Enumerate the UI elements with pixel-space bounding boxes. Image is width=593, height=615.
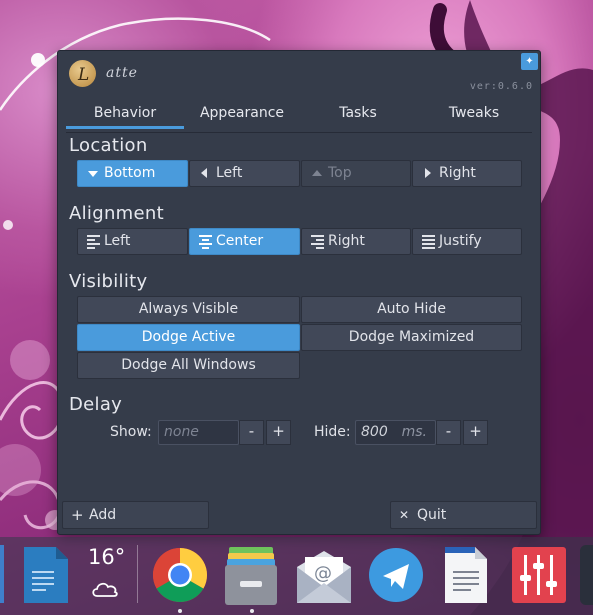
- svg-text:@: @: [314, 563, 332, 584]
- align-justify-button[interactable]: Justify: [412, 228, 522, 255]
- arrow-right-icon: [421, 161, 437, 186]
- svg-text:L: L: [77, 65, 89, 85]
- align-right-icon: [310, 229, 326, 254]
- tab-behavior-label: Behavior: [93, 105, 157, 121]
- tab-tasks[interactable]: Tasks: [300, 101, 416, 129]
- chrome-icon[interactable]: [151, 545, 209, 605]
- auto-hide-label: Auto Hide: [377, 301, 446, 317]
- hide-delay-value: 800: [361, 424, 388, 440]
- dodge-active-label: Dodge Active: [141, 329, 236, 345]
- dodge-maximized-label: Dodge Maximized: [348, 329, 475, 345]
- version-label: ver:0.6.0: [469, 81, 533, 92]
- align-center-label: Center: [216, 233, 264, 249]
- align-left-button[interactable]: Left: [77, 228, 188, 255]
- latte-logo: L: [69, 60, 96, 87]
- dodge-all-windows-label: Dodge All Windows: [121, 357, 256, 373]
- show-delay-minus-button[interactable]: -: [239, 420, 264, 445]
- location-top-button[interactable]: Top: [301, 160, 411, 187]
- arrow-up-icon: [310, 161, 326, 186]
- add-label: Add: [89, 507, 117, 523]
- app-title: atte: [106, 65, 138, 81]
- align-center-button[interactable]: Center: [189, 228, 300, 255]
- location-top-label: Top: [328, 165, 352, 181]
- mail-icon[interactable]: @: [295, 545, 353, 605]
- hide-delay-minus-button[interactable]: -: [436, 420, 461, 445]
- chrome-running-indicator: [178, 609, 182, 613]
- location-bottom-button[interactable]: Bottom: [77, 160, 188, 187]
- show-delay-input[interactable]: none: [158, 420, 239, 445]
- show-delay-plus-button[interactable]: +: [266, 420, 291, 445]
- plus-icon: +: [71, 506, 84, 524]
- dock-separator: [137, 545, 138, 603]
- visibility-dodge-maximized-button[interactable]: Dodge Maximized: [301, 324, 522, 351]
- align-justify-icon: [421, 229, 437, 254]
- tab-tasks-label: Tasks: [339, 105, 377, 121]
- files-icon[interactable]: [223, 545, 281, 605]
- location-title: Location: [69, 135, 148, 156]
- document-icon[interactable]: [441, 545, 499, 605]
- arrow-down-icon: [86, 161, 102, 186]
- always-visible-label: Always Visible: [138, 301, 239, 317]
- latte-logo-icon: L: [77, 65, 89, 85]
- visibility-always-visible-button[interactable]: Always Visible: [77, 296, 300, 323]
- quit-label: Quit: [417, 507, 447, 523]
- partial-clock-icon[interactable]: [580, 545, 593, 605]
- latte-dock: 16° @: [0, 537, 593, 615]
- arrow-left-icon: [198, 161, 214, 186]
- weather-temperature: 16°: [88, 545, 126, 569]
- hide-delay-unit: ms.: [401, 424, 427, 440]
- location-right-label: Right: [439, 165, 476, 181]
- mixer-icon[interactable]: [510, 545, 568, 605]
- pin-icon[interactable]: ✦: [521, 53, 538, 70]
- tabs-divider: [66, 132, 532, 133]
- align-right-button[interactable]: Right: [301, 228, 411, 255]
- align-center-icon: [198, 229, 214, 254]
- hide-delay-plus-button[interactable]: +: [463, 420, 488, 445]
- location-left-label: Left: [216, 165, 243, 181]
- show-delay-label: Show:: [110, 424, 152, 440]
- show-delay-placeholder: none: [164, 424, 199, 440]
- hide-delay-label: Hide:: [314, 424, 351, 440]
- telegram-icon[interactable]: [367, 545, 425, 605]
- close-icon: ✕: [399, 508, 410, 522]
- location-left-button[interactable]: Left: [189, 160, 300, 187]
- align-left-label: Left: [104, 233, 131, 249]
- tab-behavior[interactable]: Behavior: [66, 101, 184, 129]
- alignment-title: Alignment: [69, 203, 164, 224]
- tab-tweaks-label: Tweaks: [448, 105, 500, 121]
- tab-appearance[interactable]: Appearance: [184, 101, 300, 129]
- quit-button[interactable]: ✕ Quit: [390, 501, 537, 529]
- partial-launcher[interactable]: [0, 545, 4, 603]
- visibility-title: Visibility: [69, 271, 148, 292]
- hide-delay-input[interactable]: 800 ms.: [355, 420, 436, 445]
- tab-appearance-label: Appearance: [199, 105, 285, 121]
- file-manager-icon[interactable]: [22, 545, 80, 605]
- weather-widget[interactable]: 16°: [84, 537, 134, 615]
- location-bottom-label: Bottom: [104, 165, 156, 181]
- settings-tabs: Behavior Appearance Tasks Tweaks: [66, 101, 532, 129]
- visibility-auto-hide-button[interactable]: Auto Hide: [301, 296, 522, 323]
- latte-settings-window: ✦ L atte ver:0.6.0 Behavior Appearance T…: [57, 50, 541, 535]
- align-right-label: Right: [328, 233, 365, 249]
- align-left-icon: [86, 229, 102, 254]
- visibility-dodge-active-button[interactable]: Dodge Active: [77, 324, 300, 351]
- tab-tweaks[interactable]: Tweaks: [416, 101, 532, 129]
- visibility-dodge-all-windows-button[interactable]: Dodge All Windows: [77, 352, 300, 379]
- weather-cloud-icon: [92, 582, 118, 597]
- add-button[interactable]: + Add: [62, 501, 209, 529]
- location-right-button[interactable]: Right: [412, 160, 522, 187]
- align-justify-label: Justify: [439, 233, 482, 249]
- files-running-indicator: [250, 609, 254, 613]
- delay-title: Delay: [69, 394, 123, 415]
